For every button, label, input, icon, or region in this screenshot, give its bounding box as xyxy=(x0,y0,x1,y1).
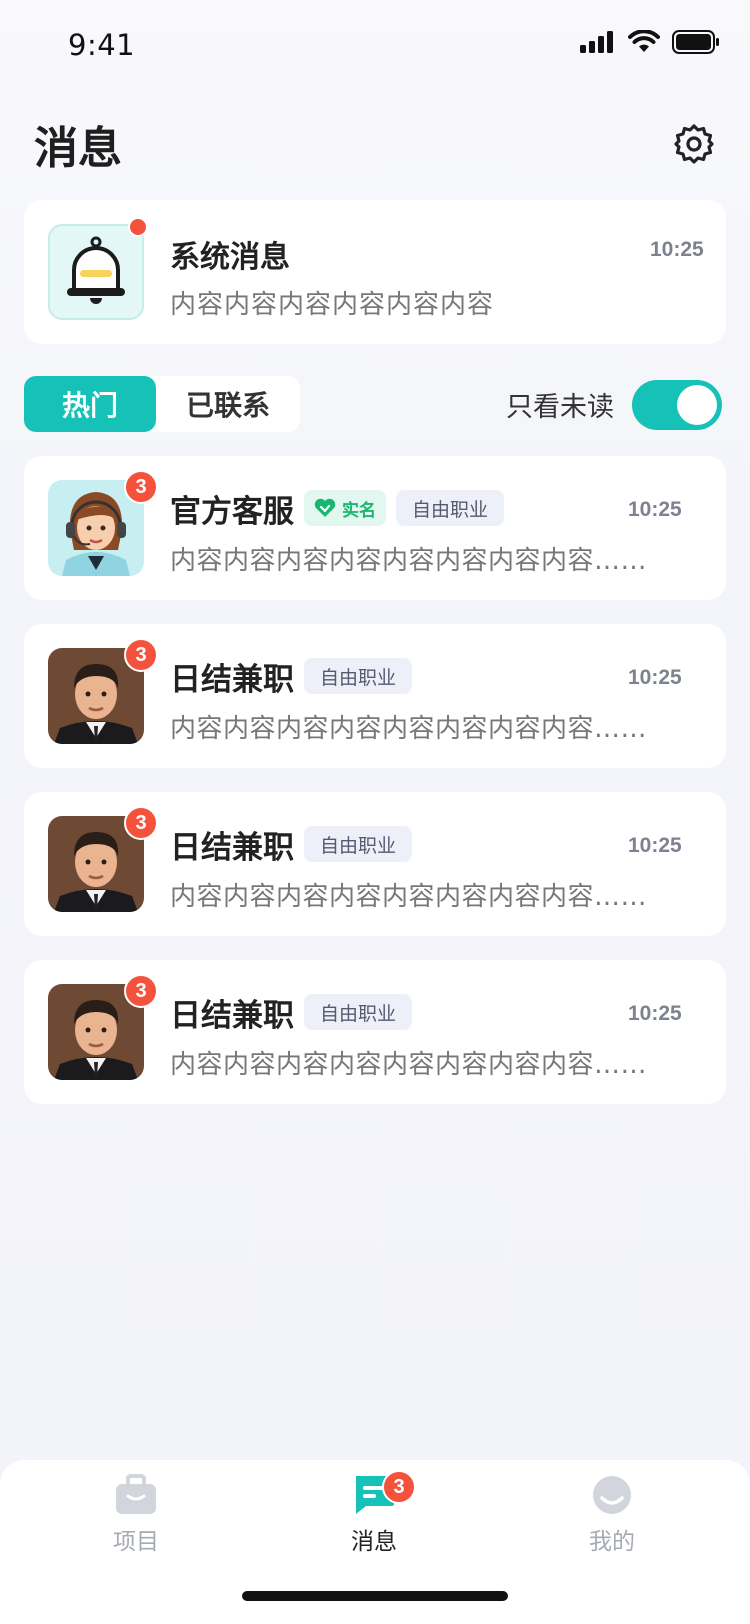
unread-badge: 3 xyxy=(124,974,158,1008)
status-icons xyxy=(580,30,720,54)
chat-time: 10:25 xyxy=(628,1002,682,1025)
unread-only-label: 只看未读 xyxy=(506,392,614,423)
bell-icon xyxy=(67,236,125,304)
chat-name-row: 官方客服 实名 自由职业 xyxy=(170,488,505,530)
chat-item[interactable]: 3 日结兼职 自由职业 10:25 内容内容内容内容内容内容内容内容…… xyxy=(24,792,726,936)
unread-badge: 3 xyxy=(124,470,158,504)
verified-heart-icon xyxy=(314,498,336,517)
chat-time: 10:25 xyxy=(628,666,682,689)
wifi-icon xyxy=(628,30,660,52)
chat-name: 日结兼职 xyxy=(170,829,294,866)
job-tag: 自由职业 xyxy=(304,658,413,694)
system-unread-dot xyxy=(128,217,148,237)
signal-icon xyxy=(580,31,613,53)
chat-item[interactable]: 3 日结兼职 自由职业 10:25 内容内容内容内容内容内容内容内容…… xyxy=(24,624,726,768)
unread-only-toggle[interactable] xyxy=(632,380,722,430)
briefcase-icon xyxy=(116,1474,156,1514)
chat-preview: 内容内容内容内容内容内容内容内容…… xyxy=(170,546,648,576)
verified-badge: 实名 xyxy=(304,490,386,526)
chat-name: 日结兼职 xyxy=(170,997,294,1034)
chat-name: 日结兼职 xyxy=(170,661,294,698)
system-message-content: 内容内容内容内容内容内容 xyxy=(170,290,495,320)
toggle-knob xyxy=(677,385,717,425)
settings-button[interactable] xyxy=(672,122,716,166)
page-title: 消息 xyxy=(34,123,122,174)
verified-label: 实名 xyxy=(342,500,376,521)
system-bell-avatar xyxy=(48,224,144,320)
home-indicator xyxy=(242,1591,508,1601)
chat-preview: 内容内容内容内容内容内容内容内容…… xyxy=(170,714,648,744)
chat-name-row: 日结兼职 自由职业 xyxy=(170,992,413,1034)
chat-name-row: 日结兼职 自由职业 xyxy=(170,656,413,698)
chat-preview: 内容内容内容内容内容内容内容内容…… xyxy=(170,1050,648,1080)
job-tag: 自由职业 xyxy=(304,826,413,862)
unread-badge: 3 xyxy=(124,806,158,840)
chat-item-official[interactable]: 3 官方客服 实名 自由职业 10:25 内容内容内容内容内容内容内容内容…… xyxy=(24,456,726,600)
chat-time: 10:25 xyxy=(628,498,682,521)
chat-item[interactable]: 3 日结兼职 自由职业 10:25 内容内容内容内容内容内容内容内容…… xyxy=(24,960,726,1104)
profile-icon xyxy=(593,1476,631,1514)
status-time: 9:41 xyxy=(68,28,136,62)
nav-item-messages[interactable]: 3 消息 xyxy=(314,1470,434,1556)
chat-name: 官方客服 xyxy=(170,493,294,530)
nav-label-me: 我的 xyxy=(589,1529,635,1555)
nav-item-projects[interactable]: 项目 xyxy=(76,1474,196,1556)
job-tag: 自由职业 xyxy=(304,994,413,1030)
tab-contacted[interactable]: 已联系 xyxy=(156,376,300,432)
system-message-title: 系统消息 xyxy=(170,240,290,275)
unread-badge: 3 xyxy=(124,638,158,672)
nav-label-messages: 消息 xyxy=(351,1529,397,1555)
chat-time: 10:25 xyxy=(628,834,682,857)
job-tag: 自由职业 xyxy=(396,490,505,526)
nav-label-projects: 项目 xyxy=(113,1529,159,1555)
chat-preview: 内容内容内容内容内容内容内容内容…… xyxy=(170,882,648,912)
nav-unread-badge: 3 xyxy=(382,1470,416,1504)
battery-icon xyxy=(672,30,719,54)
system-message-time: 10:25 xyxy=(650,238,704,261)
nav-item-me[interactable]: 我的 xyxy=(552,1474,672,1556)
tab-bar: 热门 已联系 xyxy=(24,376,300,432)
gear-icon xyxy=(674,124,714,164)
tab-hot[interactable]: 热门 xyxy=(24,376,156,432)
chat-name-row: 日结兼职 自由职业 xyxy=(170,824,413,866)
